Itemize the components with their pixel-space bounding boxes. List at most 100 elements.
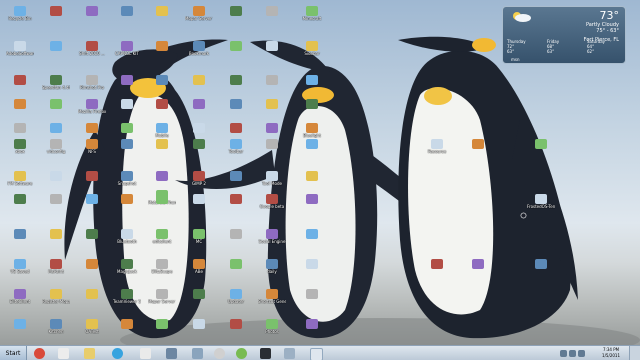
desktop-icon-shortcut[interactable] (527, 138, 555, 164)
desktop-icon-shortcut[interactable] (42, 5, 70, 31)
desktop-icon-shortcut[interactable] (464, 258, 492, 284)
desktop-icon-shortcut[interactable] (42, 228, 70, 254)
desktop-icon-shortcut[interactable] (148, 138, 176, 164)
desktop-icon-teamviewer[interactable]: TeamViewer 5 (113, 288, 141, 314)
desktop-icon-shortcut[interactable] (113, 74, 141, 100)
desktop-icon-mopar-status[interactable]: Mopar Server Status Ch... (148, 288, 176, 314)
desktop-icon-shortcut[interactable] (298, 98, 326, 124)
desktop-icon-shortcut[interactable]: Shortcut Generator (258, 288, 286, 314)
show-desktop-button[interactable] (629, 346, 640, 360)
desktop-icon-recycle-bin[interactable]: Recycle Bin (6, 5, 34, 31)
desktop-icon-daily[interactable]: daily (258, 258, 286, 284)
desktop-icon-shortcut[interactable] (298, 228, 326, 254)
desktop-icon-shortcut[interactable] (78, 258, 106, 284)
desktop-icon-froster[interactable]: FrostedOS-TermC (527, 193, 555, 219)
desktop-icon-shortcut[interactable] (42, 122, 70, 148)
desktop-icon-shortcut[interactable] (6, 228, 34, 254)
desktop-icon-shortcut[interactable] (78, 228, 106, 254)
desktop-icon-shortcut[interactable] (423, 258, 451, 284)
desktop-icon-shortcut[interactable] (148, 74, 176, 100)
desktop-icon-magicjack[interactable]: MagicJack (113, 258, 141, 284)
desktop-icon-mspaint[interactable]: MsPaint (42, 258, 70, 284)
desktop-icon-shortcut[interactable] (258, 5, 286, 31)
desktop-icon-shortcut[interactable] (148, 98, 176, 124)
desktop-icon-shortcut[interactable] (6, 193, 34, 219)
desktop-icon-shortcut[interactable] (222, 74, 250, 100)
green-app-icon[interactable] (236, 348, 247, 359)
desktop-icon-shortcut[interactable] (113, 5, 141, 31)
desktop-icon-shortcut[interactable] (148, 193, 176, 219)
folder-icon[interactable] (84, 348, 95, 359)
desktop-icon-google-beta[interactable]: Google beta (258, 193, 286, 219)
desktop-icon-shortcut[interactable] (258, 40, 286, 66)
desktop-icon-speedfan[interactable]: Speedfan 4.44 (42, 74, 70, 100)
desktop-icon-shortcut[interactable] (185, 288, 213, 314)
desktop-icon-shortcut[interactable] (298, 193, 326, 219)
desktop-icon-elite-client[interactable]: EliteClient (6, 288, 34, 314)
desktop[interactable]: Recycle Bin Mopar Server Status Ch... Mine… (0, 0, 640, 360)
weather-gadget[interactable]: 73° Partly Cloudy 75° - 63° Fort Pierce,… (502, 6, 626, 64)
desktop-icon-updater[interactable]: Updater (222, 288, 250, 314)
start-button[interactable]: Start (0, 346, 27, 360)
desktop-icon-shortcut[interactable] (185, 193, 213, 219)
desktop-icon-shortcut[interactable] (42, 193, 70, 219)
desktop-icon-shortcut[interactable] (298, 318, 326, 344)
desktop-icon-bluetooth[interactable]: Bluetooth (113, 228, 141, 254)
desktop-icon-shortcut[interactable] (42, 40, 70, 66)
app-window-icon[interactable] (192, 348, 203, 359)
desktop-icon-shortcut[interactable] (222, 318, 250, 344)
program-window-icon[interactable] (310, 348, 323, 360)
media-player-icon[interactable] (58, 348, 69, 359)
desktop-icon-shortcut[interactable] (113, 193, 141, 219)
desktop-icon-resource[interactable]: Resource (423, 138, 451, 164)
desktop-icon-shortcut[interactable] (185, 74, 213, 100)
desktop-icon-mc[interactable]: MC (185, 228, 213, 254)
desktop-icon-vs-saved[interactable]: VS Saved (6, 258, 34, 284)
skype-icon[interactable] (112, 348, 123, 359)
desktop-icon-oatest[interactable]: OATest (78, 318, 106, 344)
desktop-icon-sidebar[interactable]: Sidebar (298, 40, 326, 66)
desktop-icon-register[interactable]: Register Mopar Ne... (42, 288, 70, 314)
terminal-icon[interactable] (260, 348, 271, 359)
desktop-icon-shortcut[interactable] (6, 98, 34, 124)
desktop-icon-shortcut[interactable] (78, 288, 106, 314)
desktop-icon-adobe[interactable]: AdobeSoftware (6, 40, 34, 66)
desktop-icon-shortcut[interactable] (222, 258, 250, 284)
explorer-window-icon[interactable] (284, 348, 295, 359)
desktop-icon-shortcut[interactable] (185, 98, 213, 124)
taskbar[interactable]: Start 7:34 PM 1/5/2011 (0, 345, 640, 360)
desktop-icon-shortcut[interactable] (222, 193, 250, 219)
desktop-icon-shortcut[interactable] (298, 288, 326, 314)
desktop-icon-shortcut[interactable] (6, 122, 34, 148)
desktop-icon-shortcut[interactable] (258, 138, 286, 164)
desktop-icon-shortcut[interactable] (113, 98, 141, 124)
clock[interactable]: 7:34 PM 1/5/2011 (602, 347, 620, 359)
network-icon[interactable] (569, 350, 576, 357)
desktop-icon-mozilla[interactable]: Mozilla Firefox (78, 98, 106, 124)
tray-icon[interactable] (560, 350, 567, 357)
desktop-icon-shortcut[interactable] (222, 122, 250, 148)
volume-icon[interactable] (578, 350, 585, 357)
chrome-icon[interactable] (34, 348, 45, 359)
desktop-icon-shortcut[interactable] (222, 5, 250, 31)
steam-icon[interactable] (214, 348, 225, 359)
infinity-app-icon[interactable] (140, 348, 151, 359)
game-controller-icon[interactable] (166, 348, 177, 359)
desktop-icon-shortcut[interactable] (78, 122, 106, 148)
desktop-icon-shortcut[interactable] (78, 5, 106, 31)
desktop-icon-abe[interactable]: ABe (185, 258, 213, 284)
desktop-icon-shift[interactable]: Shift 2010 ... (78, 40, 106, 66)
desktop-icon-photos[interactable]: Photos (258, 318, 286, 344)
desktop-icon-kitchen[interactable]: Kitchen (42, 318, 70, 344)
desktop-icon-shortcut[interactable] (527, 258, 555, 284)
desktop-icon-shortcut[interactable] (185, 318, 213, 344)
desktop-icon-shortcut[interactable] (148, 318, 176, 344)
desktop-icon-shortcut[interactable] (298, 74, 326, 100)
desktop-icon-shortcut[interactable] (298, 138, 326, 164)
desktop-icon-rimshot[interactable]: Rimshot Pro (78, 74, 106, 100)
desktop-icon-shortcut[interactable] (258, 74, 286, 100)
desktop-icon-capnol[interactable]: CAPNOL KIT (113, 40, 141, 66)
desktop-icon-bookmark[interactable]: Bookmark (185, 40, 213, 66)
desktop-icon-shortcut[interactable] (42, 98, 70, 124)
desktop-icon-minecraft[interactable]: Minecraft (298, 5, 326, 31)
